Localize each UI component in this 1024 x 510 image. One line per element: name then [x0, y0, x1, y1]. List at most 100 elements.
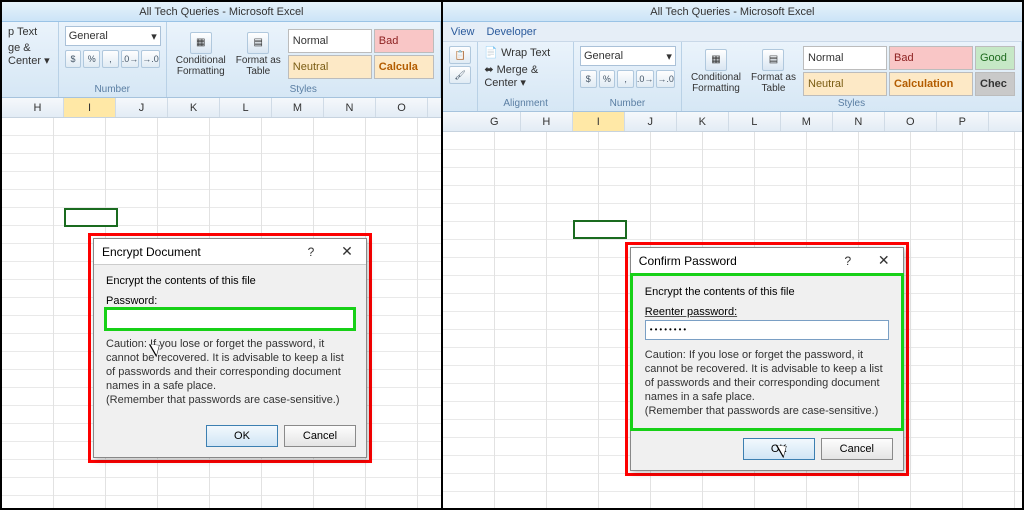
conditional-formatting-icon: ▦ — [705, 49, 727, 71]
col-header[interactable]: H — [521, 112, 573, 131]
dialog-subtitle: Encrypt the contents of this file — [645, 286, 889, 298]
alignment-group-label — [8, 84, 52, 95]
merge-center-button[interactable]: ⬌ Merge & Center ▾ — [484, 63, 567, 89]
cell-styles-gallery[interactable]: Normal Bad Good Neutral Calculation Chec — [803, 46, 1015, 96]
col-header[interactable]: K — [677, 112, 729, 131]
col-header[interactable]: I — [64, 98, 116, 117]
number-format-dropdown[interactable]: General ▾ — [65, 26, 161, 46]
col-header[interactable]: M — [272, 98, 324, 117]
style-calculation[interactable]: Calcula — [374, 55, 434, 79]
confirm-password-dialog: Confirm Password ? ✕ Encrypt the content… — [630, 247, 904, 471]
ribbon: 📋 🖌 📄 Wrap Text ⬌ Merge & Center ▾ Align… — [443, 42, 1022, 112]
style-normal[interactable]: Normal — [803, 46, 887, 70]
right-pane: All Tech Queries - Microsoft Excel View … — [443, 2, 1022, 508]
ok-button[interactable]: OK — [206, 425, 278, 447]
decrease-decimal-button[interactable]: →.0 — [656, 70, 675, 88]
chevron-down-icon: ▾ — [151, 30, 157, 43]
menu-developer[interactable]: Developer — [486, 26, 536, 38]
style-neutral[interactable]: Neutral — [803, 72, 887, 96]
format-as-table-button[interactable]: ▤ Format as Table — [748, 49, 799, 94]
col-header[interactable]: I — [573, 112, 625, 131]
currency-button[interactable]: $ — [65, 50, 82, 68]
style-calculation[interactable]: Calculation — [889, 72, 973, 96]
col-header[interactable]: L — [729, 112, 781, 131]
ok-button[interactable]: OK — [743, 438, 815, 460]
column-headers: H I J K L M N O — [2, 98, 441, 118]
col-header[interactable]: O — [376, 98, 428, 117]
cell-styles-gallery[interactable]: Normal Bad Neutral Calcula — [288, 29, 434, 79]
comma-button[interactable]: , — [617, 70, 634, 88]
dialog-subtitle: Encrypt the contents of this file — [106, 275, 354, 287]
help-icon[interactable]: ? — [296, 242, 326, 262]
increase-decimal-button[interactable]: .0→ — [636, 70, 655, 88]
style-bad[interactable]: Bad — [889, 46, 973, 70]
increase-decimal-button[interactable]: .0→ — [121, 50, 140, 68]
percent-button[interactable]: % — [599, 70, 616, 88]
wrap-text-button[interactable]: p Text — [8, 26, 37, 38]
col-header[interactable]: J — [116, 98, 168, 117]
chevron-down-icon: ▾ — [666, 50, 672, 63]
alignment-group-label: Alignment — [484, 98, 567, 109]
cancel-button[interactable]: Cancel — [821, 438, 893, 460]
menu-view[interactable]: View — [451, 26, 475, 38]
currency-button[interactable]: $ — [580, 70, 597, 88]
decrease-decimal-button[interactable]: →.0 — [141, 50, 160, 68]
style-good[interactable]: Good — [975, 46, 1015, 70]
col-header[interactable]: P — [937, 112, 989, 131]
number-format-value: General — [69, 30, 108, 42]
column-headers: G H I J K L M N O P — [443, 112, 1022, 132]
encrypt-document-dialog: Encrypt Document ? ✕ Encrypt the content… — [93, 238, 367, 458]
window-title: All Tech Queries - Microsoft Excel — [2, 2, 441, 22]
conditional-formatting-icon: ▦ — [190, 32, 212, 54]
cancel-button[interactable]: Cancel — [284, 425, 356, 447]
col-header[interactable]: K — [168, 98, 220, 117]
percent-button[interactable]: % — [83, 50, 100, 68]
menu-tabs: View Developer — [443, 22, 1022, 42]
selected-cell[interactable] — [573, 220, 627, 239]
style-neutral[interactable]: Neutral — [288, 55, 372, 79]
comma-button[interactable]: , — [102, 50, 119, 68]
col-header[interactable]: G — [469, 112, 521, 131]
styles-group-label: Styles — [688, 98, 1015, 109]
col-header[interactable]: J — [625, 112, 677, 131]
style-normal[interactable]: Normal — [288, 29, 372, 53]
col-header[interactable]: N — [324, 98, 376, 117]
number-group-label: Number — [580, 98, 675, 109]
format-painter-icon[interactable]: 🖌 — [449, 66, 471, 84]
password-input[interactable]: •••••••• — [645, 320, 889, 340]
col-header[interactable]: O — [885, 112, 937, 131]
styles-group-label: Styles — [173, 84, 434, 95]
close-icon[interactable]: ✕ — [869, 251, 899, 271]
window-title: All Tech Queries - Microsoft Excel — [443, 2, 1022, 22]
selected-cell[interactable] — [64, 208, 118, 227]
app-title-text: All Tech Queries - Microsoft Excel — [139, 6, 303, 18]
number-format-dropdown[interactable]: General ▾ — [580, 46, 676, 66]
app-title-text: All Tech Queries - Microsoft Excel — [650, 6, 814, 18]
spreadsheet-grid[interactable]: Encrypt Document ? ✕ Encrypt the content… — [2, 118, 441, 508]
caution-text: Caution: If you lose or forget the passw… — [645, 348, 889, 418]
spreadsheet-grid[interactable]: Confirm Password ? ✕ Encrypt the content… — [443, 132, 1022, 508]
close-icon[interactable]: ✕ — [332, 242, 362, 262]
conditional-formatting-button[interactable]: ▦ Conditional Formatting — [688, 49, 744, 94]
col-header[interactable]: L — [220, 98, 272, 117]
merge-center-button[interactable]: ge & Center ▾ — [8, 42, 52, 67]
format-as-table-icon: ▤ — [762, 49, 784, 71]
conditional-formatting-button[interactable]: ▦ Conditional Formatting — [173, 32, 229, 77]
col-header[interactable]: N — [833, 112, 885, 131]
left-pane: All Tech Queries - Microsoft Excel p Tex… — [2, 2, 443, 508]
paste-icon[interactable]: 📋 — [449, 46, 471, 64]
col-header[interactable]: M — [781, 112, 833, 131]
dialog-title: Encrypt Document — [102, 245, 201, 259]
help-icon[interactable]: ? — [833, 251, 863, 271]
wrap-text-button[interactable]: 📄 Wrap Text — [484, 46, 550, 59]
password-input[interactable] — [106, 309, 354, 329]
style-bad[interactable]: Bad — [374, 29, 434, 53]
col-header[interactable]: H — [12, 98, 64, 117]
number-group-label: Number — [65, 84, 160, 95]
dialog-highlight-box: Confirm Password ? ✕ Encrypt the content… — [625, 242, 909, 476]
format-as-table-button[interactable]: ▤ Format as Table — [233, 32, 284, 77]
dialog-highlight-box: Encrypt Document ? ✕ Encrypt the content… — [88, 233, 372, 463]
ribbon: p Text ge & Center ▾ General ▾ $ — [2, 22, 441, 98]
style-check-cell[interactable]: Chec — [975, 72, 1015, 96]
number-format-value: General — [584, 50, 623, 62]
